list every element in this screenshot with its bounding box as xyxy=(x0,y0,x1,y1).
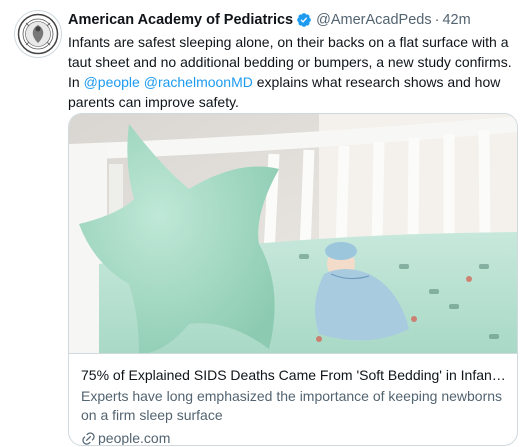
tweet-timestamp[interactable]: 42m xyxy=(442,12,470,28)
author-handle[interactable]: @AmerAcadPeds xyxy=(316,12,431,28)
tweet[interactable]: American Academy of Pediatrics @AmerAcad… xyxy=(0,0,527,447)
card-title[interactable]: 75% of Explained SIDS Deaths Came From '… xyxy=(81,365,509,385)
aap-logo-icon xyxy=(17,13,59,55)
header-separator: · xyxy=(434,12,440,28)
verified-badge-icon xyxy=(297,13,311,27)
tweet-header: American Academy of Pediatrics @AmerAcad… xyxy=(68,11,471,29)
card-domain[interactable]: people.com xyxy=(81,428,509,446)
card-description: Experts have long emphasized the importa… xyxy=(81,388,503,423)
tweet-text: Infants are safest sleeping alone, on th… xyxy=(68,32,518,112)
card-domain-text: people.com xyxy=(98,430,171,446)
card-image[interactable] xyxy=(69,114,517,354)
author-name[interactable]: American Academy of Pediatrics xyxy=(68,12,293,28)
link-icon xyxy=(82,431,95,445)
mention-rachelmoonmd[interactable]: @rachelmoonMD xyxy=(144,74,253,90)
link-preview-card[interactable]: 75% of Explained SIDS Deaths Came From '… xyxy=(68,113,518,446)
author-avatar[interactable] xyxy=(14,10,62,58)
mention-people[interactable]: @people xyxy=(84,74,140,90)
card-body: 75% of Explained SIDS Deaths Came From '… xyxy=(81,365,509,446)
